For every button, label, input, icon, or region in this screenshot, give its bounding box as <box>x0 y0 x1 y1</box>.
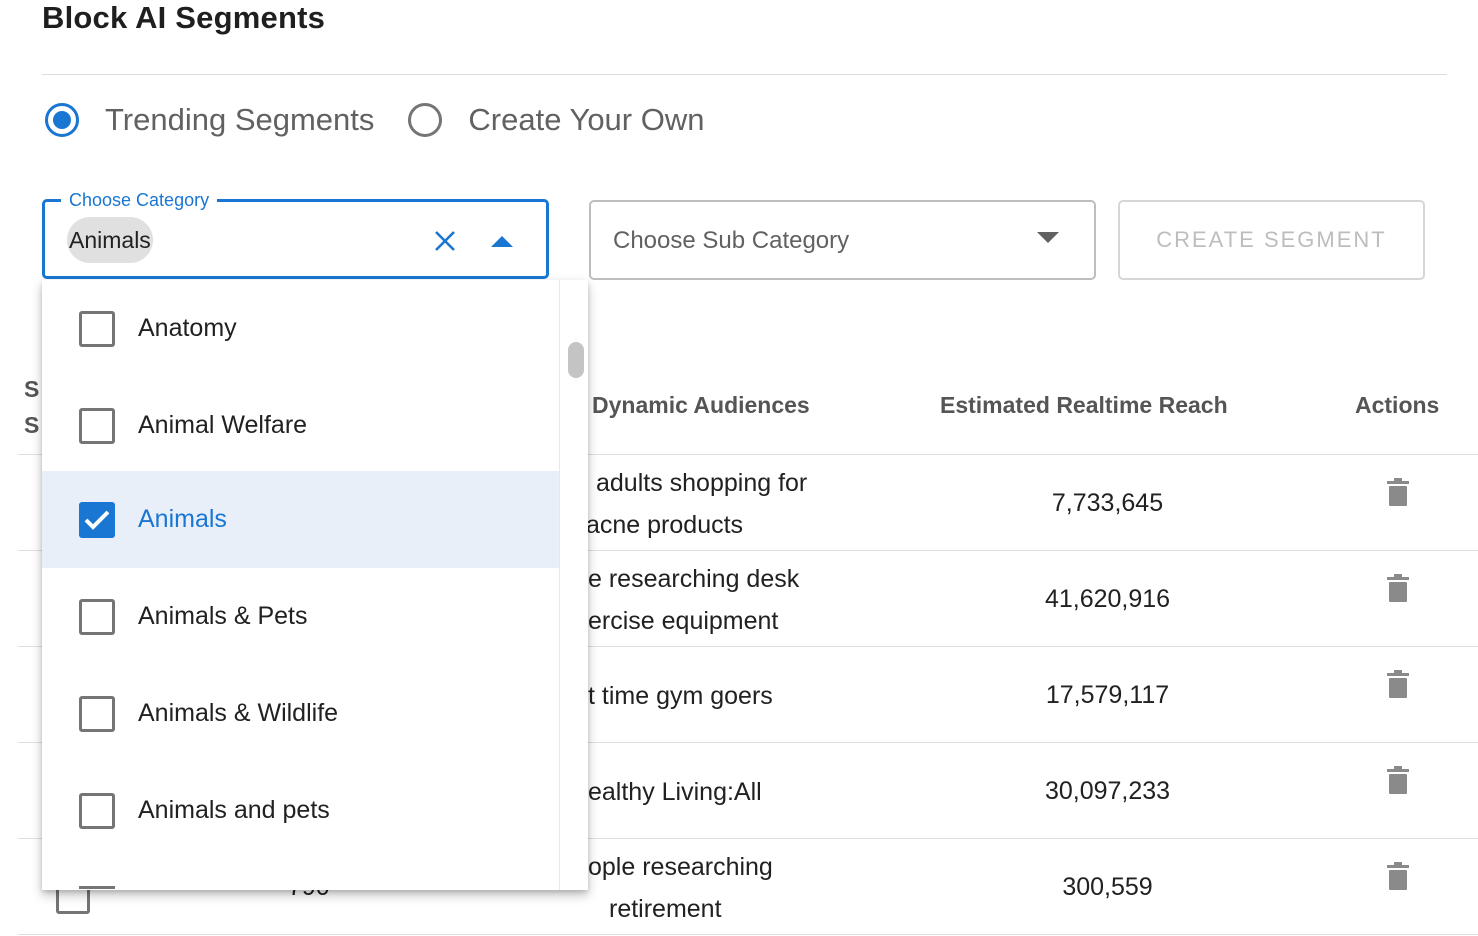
column-header-partial: S <box>24 376 40 402</box>
scrollbar-thumb[interactable] <box>568 342 584 378</box>
radio-label: Trending Segments <box>105 102 375 137</box>
table-row-audience: adults shopping for acne products <box>586 469 808 539</box>
category-select[interactable]: Choose Category Animals <box>42 190 549 279</box>
radio-unchecked-icon <box>408 103 443 137</box>
checkbox-unchecked-icon <box>79 886 115 890</box>
radio-label: Create Your Own <box>468 102 705 137</box>
radio-checked-icon <box>45 103 79 137</box>
menu-item-animals-pets[interactable]: Animals & Pets <box>42 568 559 665</box>
page-title: Block AI Segments <box>42 0 326 35</box>
create-segment-button[interactable]: CREATE SEGMENT <box>1118 200 1425 280</box>
table-row-audience: t time gym goers <box>588 682 773 710</box>
menu-item-label: Animals <box>138 505 227 533</box>
table-row-reach: 30,097,233 <box>1044 777 1171 805</box>
table-row-divider <box>18 934 1478 935</box>
category-chip[interactable]: Animals <box>67 217 153 263</box>
checkbox-unchecked-icon[interactable] <box>79 598 115 635</box>
chevron-up-icon[interactable] <box>491 236 513 247</box>
trash-icon[interactable] <box>1387 862 1409 890</box>
menu-item-animals-and-pets[interactable]: Animals and pets <box>42 762 559 859</box>
table-row-audience: ealthy Living:All <box>588 778 762 806</box>
checkbox-unchecked-icon[interactable] <box>79 310 115 347</box>
menu-item-animals-wildlife[interactable]: Animals & Wildlife <box>42 665 559 762</box>
checkbox-unchecked-icon[interactable] <box>79 407 115 444</box>
table-row-audience: ople researching retirement <box>588 853 773 923</box>
category-legend: Choose Category <box>61 190 218 211</box>
menu-scrollbar[interactable] <box>559 280 588 890</box>
sub-category-select[interactable]: Choose Sub Category <box>589 200 1096 280</box>
title-divider <box>42 74 1447 75</box>
column-header-reach[interactable]: Estimated Realtime Reach <box>940 392 1228 419</box>
column-header-actions: Actions <box>1355 392 1440 418</box>
trash-icon[interactable] <box>1387 670 1409 698</box>
table-row-audience: e researching desk ercise equipment <box>588 565 800 635</box>
trash-icon[interactable] <box>1387 766 1409 794</box>
radio-create-your-own[interactable]: Create Your Own <box>408 102 704 138</box>
category-dropdown-menu: Anatomy Animal Welfare Animals Animals &… <box>42 280 588 890</box>
menu-item-animals[interactable]: Animals <box>42 471 559 568</box>
menu-item-label: Animals and pets <box>138 796 330 824</box>
checkbox-checked-icon[interactable] <box>79 501 115 538</box>
table-row-reach: 41,620,916 <box>1044 585 1171 613</box>
clear-icon[interactable] <box>433 229 457 253</box>
trash-icon[interactable] <box>1387 478 1409 506</box>
sub-category-placeholder: Choose Sub Category <box>613 227 850 254</box>
column-header-partial: S <box>24 412 40 438</box>
radio-trending-segments[interactable]: Trending Segments <box>45 102 374 138</box>
checkbox-unchecked-icon[interactable] <box>79 792 115 829</box>
chevron-down-icon <box>1037 232 1059 243</box>
table-row-reach: 300,559 <box>1062 873 1153 901</box>
menu-item-animal-welfare[interactable]: Animal Welfare <box>42 377 559 474</box>
menu-item-label: Animal Welfare <box>138 411 308 439</box>
segment-mode-radio-group: Trending Segments Create Your Own <box>45 102 738 138</box>
column-header-audiences[interactable]: Dynamic Audiences <box>592 392 810 419</box>
table-row-reach: 17,579,117 <box>1045 681 1170 709</box>
table-row-reach: 7,733,645 <box>1051 489 1164 517</box>
menu-item-label: Animals & Pets <box>138 602 308 630</box>
menu-item-label: Animals & Wildlife <box>138 699 339 727</box>
trash-icon[interactable] <box>1387 574 1409 602</box>
menu-item-label: Anatomy <box>138 314 237 342</box>
menu-item-anatomy[interactable]: Anatomy <box>42 280 559 377</box>
checkbox-unchecked-icon[interactable] <box>79 695 115 732</box>
